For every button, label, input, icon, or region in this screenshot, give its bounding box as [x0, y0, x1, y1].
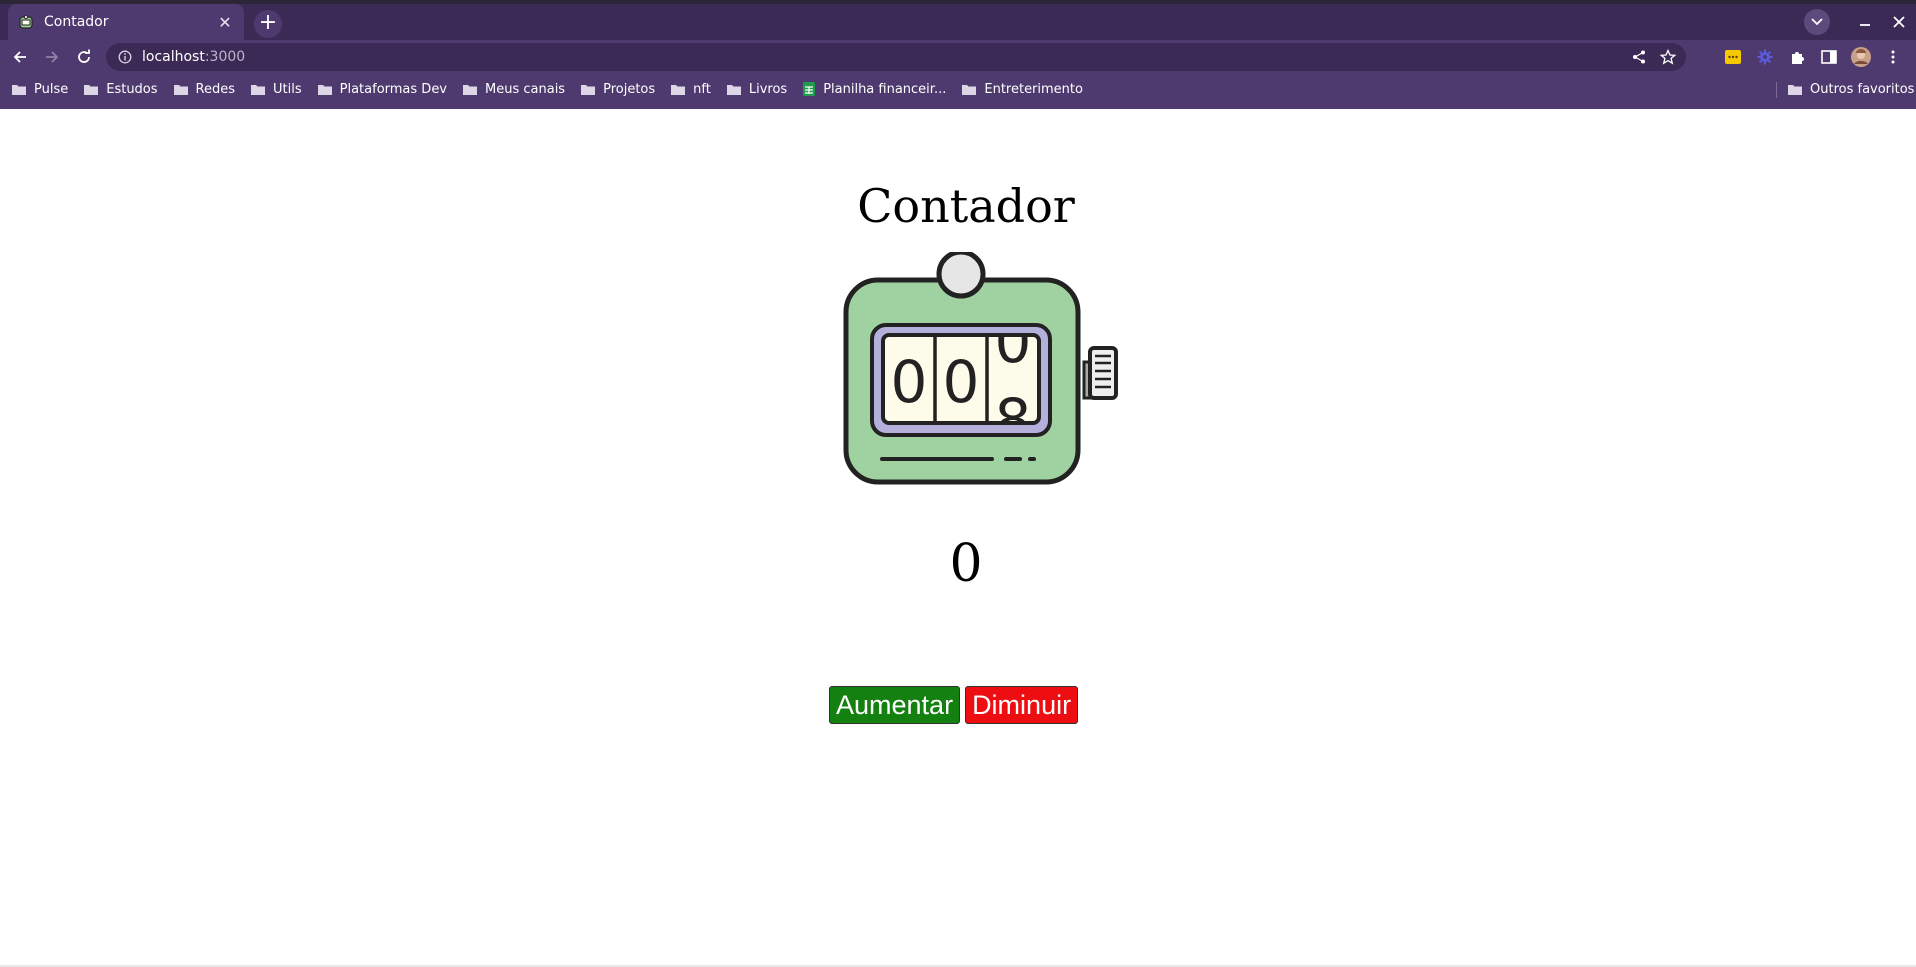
bookmark-label: Meus canais	[485, 81, 566, 97]
tab-bar: Contador ✕ +	[0, 4, 1916, 40]
close-window-button[interactable]	[1882, 4, 1916, 40]
bookmark-label: Utils	[273, 81, 302, 97]
counter-favicon-icon	[18, 14, 34, 30]
folder-icon	[317, 84, 332, 95]
tab-contador[interactable]: Contador ✕	[8, 4, 244, 40]
profile-avatar[interactable]	[1850, 46, 1872, 68]
bookmarks-separator	[1776, 82, 1777, 98]
tab-title: Contador	[44, 14, 109, 30]
folder-icon	[251, 84, 266, 95]
arrow-right-icon	[46, 51, 59, 63]
count-value: 0	[949, 534, 983, 594]
close-tab-icon[interactable]: ✕	[216, 13, 234, 32]
bookmark-item[interactable]: Projetos	[581, 82, 655, 97]
folder-icon	[173, 84, 188, 95]
counter-buttons: Aumentar Diminuir	[829, 686, 1079, 724]
bookmark-label: Redes	[195, 81, 236, 97]
back-button[interactable]	[6, 43, 34, 71]
extensions-row	[1722, 43, 1904, 71]
bookmark-star-icon[interactable]	[1660, 49, 1676, 65]
url-port: :3000	[204, 49, 246, 65]
bookmark-item[interactable]: Pulse	[12, 82, 68, 97]
extension-yellow-icon[interactable]	[1722, 46, 1744, 68]
bookmark-item[interactable]: Entreterimento	[962, 82, 1083, 97]
side-panel-icon[interactable]	[1818, 46, 1840, 68]
url-host: localhost	[142, 49, 205, 65]
illustration-digit-1: 0	[891, 348, 928, 416]
folder-icon	[84, 84, 99, 95]
bookmark-item[interactable]: Livros	[726, 81, 788, 97]
reload-icon	[78, 49, 90, 63]
bookmark-label: Plataformas Dev	[339, 81, 448, 97]
increase-button[interactable]: Aumentar	[829, 686, 961, 724]
folder-icon	[962, 84, 977, 95]
illustration-digit-2: 0	[943, 348, 980, 416]
new-tab-button[interactable]: +	[254, 10, 282, 38]
folder-icon	[12, 84, 26, 95]
folder-icon	[726, 84, 741, 95]
extensions-puzzle-icon[interactable]	[1786, 46, 1808, 68]
bookmark-label: nft	[693, 81, 711, 97]
bookmark-item[interactable]: Planilha financeir...	[803, 82, 946, 97]
browser-toolbar: localhost:3000	[0, 40, 1916, 74]
chevron-down-icon	[1811, 18, 1823, 26]
bookmark-label: Projetos	[603, 81, 656, 97]
browser-chrome: Contador ✕ + localhost:3000 Pulse Estud…	[0, 0, 1916, 109]
share-icon[interactable]	[1632, 50, 1646, 64]
arrow-left-icon	[13, 51, 26, 63]
bookmark-label: Entreterimento	[984, 81, 1083, 97]
minimize-button[interactable]	[1848, 4, 1882, 40]
info-icon[interactable]	[118, 50, 132, 64]
decrease-button[interactable]: Diminuir	[965, 686, 1079, 724]
folder-icon	[581, 84, 596, 95]
page-title: Contador	[857, 179, 1075, 233]
other-bookmarks-folder[interactable]: Outros favoritos	[1788, 78, 1914, 100]
folder-icon	[671, 84, 686, 95]
folder-icon	[463, 84, 478, 95]
tab-search-button[interactable]	[1804, 9, 1830, 35]
counter-top-button	[936, 252, 986, 299]
bookmark-label: Livros	[748, 81, 788, 97]
tally-counter-illustration: 0 0 0 8	[843, 252, 1118, 485]
bookmarks-bar: Pulse Estudos Redes Utils Plataformas Dev Meu…	[0, 78, 1916, 100]
bookmark-label: Pulse	[34, 81, 69, 97]
bookmark-item[interactable]: Redes	[173, 81, 236, 97]
bookmark-item[interactable]: Utils	[251, 82, 302, 97]
folder-icon	[1788, 84, 1802, 95]
minimize-icon	[1860, 24, 1870, 26]
bookmark-label: Planilha financeir...	[823, 81, 947, 97]
extension-gear-icon[interactable]	[1754, 46, 1776, 68]
other-bookmarks-label: Outros favoritos	[1810, 81, 1915, 97]
window-controls	[1804, 4, 1916, 40]
browser-menu-icon[interactable]	[1882, 46, 1904, 68]
bookmark-item[interactable]: nft	[671, 82, 711, 97]
bookmark-item[interactable]: Estudos	[84, 81, 158, 97]
sheets-icon	[803, 82, 816, 96]
bookmark-item[interactable]: Plataformas Dev	[317, 81, 448, 97]
reload-button[interactable]	[70, 43, 98, 71]
forward-button[interactable]	[38, 43, 66, 71]
close-icon	[1893, 16, 1905, 28]
page-content: Contador 0 0 0 8 0 Aumentar Diminuir	[0, 109, 1916, 967]
address-bar[interactable]: localhost:3000	[106, 43, 1686, 71]
bookmark-label: Estudos	[106, 81, 158, 97]
bookmark-item[interactable]: Meus canais	[463, 82, 565, 97]
